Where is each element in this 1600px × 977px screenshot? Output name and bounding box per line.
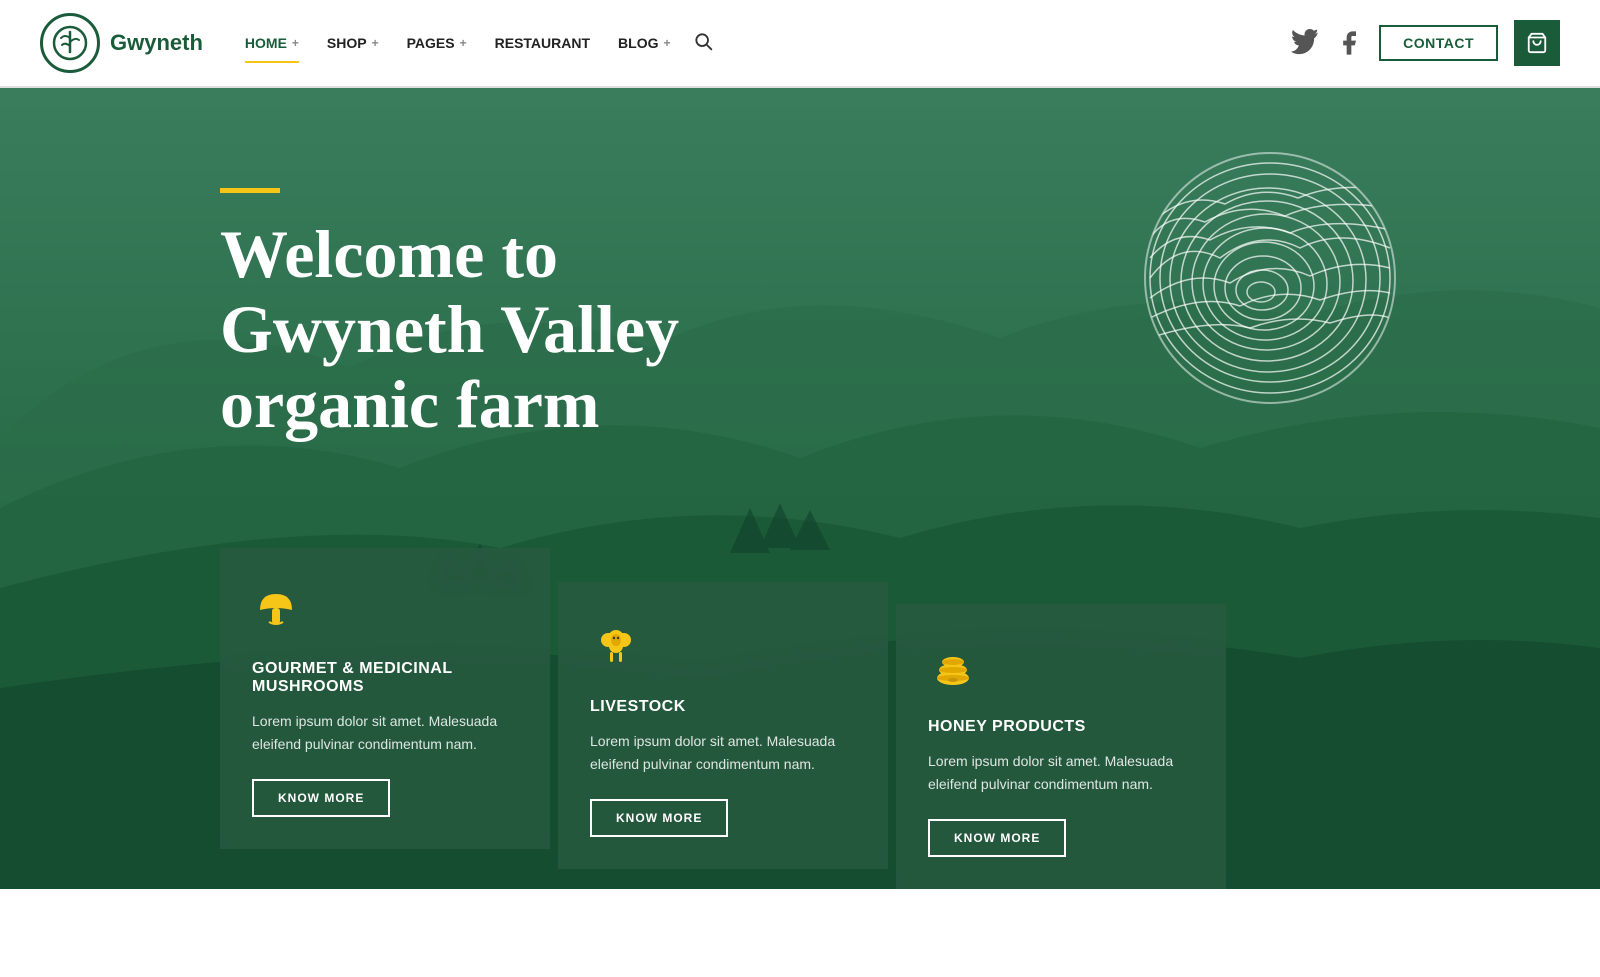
- card-honey-button[interactable]: KNOW MORE: [928, 819, 1066, 857]
- card-mushrooms-title: GOURMET & MEDICINAL MUSHROOMS: [252, 660, 518, 696]
- mushroom-icon: [252, 584, 518, 642]
- hero-accent-line: [220, 188, 280, 193]
- cart-button[interactable]: [1514, 20, 1560, 66]
- search-button[interactable]: [693, 31, 713, 56]
- card-livestock-title: LIVESTOCK: [590, 698, 856, 716]
- logo[interactable]: Gwyneth: [40, 13, 203, 73]
- honey-icon: [928, 640, 1194, 700]
- brand-name: Gwyneth: [110, 30, 203, 56]
- nav-item-pages[interactable]: PAGES +: [395, 27, 479, 59]
- card-mushrooms: GOURMET & MEDICINAL MUSHROOMS Lorem ipsu…: [220, 548, 550, 849]
- card-livestock-desc: Lorem ipsum dolor sit amet. Malesuada el…: [590, 730, 856, 775]
- logo-icon: [40, 13, 100, 73]
- card-livestock-button[interactable]: KNOW MORE: [590, 799, 728, 837]
- facebook-icon[interactable]: [1335, 29, 1363, 57]
- nav-right: CONTACT: [1291, 20, 1560, 66]
- main-nav: HOME + SHOP + PAGES + RESTAURANT BLOG +: [233, 27, 713, 59]
- hero-title: Welcome to Gwyneth Valley organic farm: [220, 217, 679, 441]
- card-livestock: LIVESTOCK Lorem ipsum dolor sit amet. Ma…: [558, 582, 888, 869]
- card-honey-desc: Lorem ipsum dolor sit amet. Malesuada el…: [928, 750, 1194, 795]
- hero-content: Welcome to Gwyneth Valley organic farm: [220, 188, 679, 441]
- card-mushrooms-button[interactable]: KNOW MORE: [252, 779, 390, 817]
- hero-section: Welcome to Gwyneth Valley organic farm: [0, 88, 1600, 889]
- sheep-icon: [590, 618, 856, 680]
- card-honey-title: HONEY PRODUCTS: [928, 718, 1194, 736]
- header: Gwyneth HOME + SHOP + PAGES + RESTAURANT…: [0, 0, 1600, 88]
- nav-item-shop[interactable]: SHOP +: [315, 27, 391, 59]
- card-mushrooms-desc: Lorem ipsum dolor sit amet. Malesuada el…: [252, 710, 518, 755]
- twitter-icon[interactable]: [1291, 29, 1319, 57]
- nav-item-home[interactable]: HOME +: [233, 27, 311, 59]
- card-honey: HONEY PRODUCTS Lorem ipsum dolor sit ame…: [896, 604, 1226, 889]
- contact-button[interactable]: CONTACT: [1379, 25, 1498, 61]
- topo-circle: [1140, 148, 1400, 408]
- cards-row: GOURMET & MEDICINAL MUSHROOMS Lorem ipsu…: [220, 548, 1226, 889]
- nav-item-blog[interactable]: BLOG +: [606, 27, 682, 59]
- nav-item-restaurant[interactable]: RESTAURANT: [483, 27, 602, 59]
